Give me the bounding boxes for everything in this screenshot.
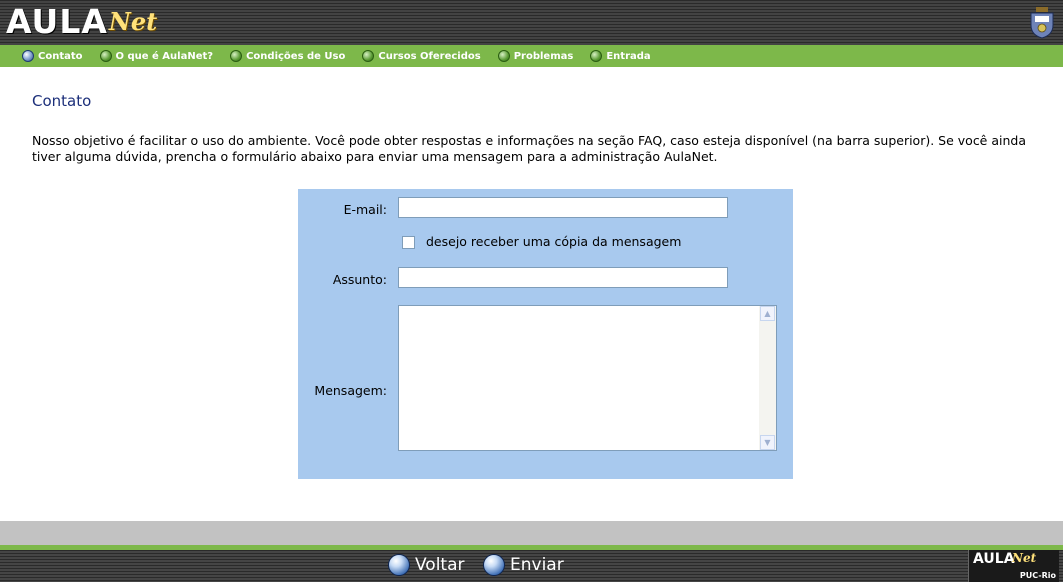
back-button[interactable]: Voltar bbox=[388, 554, 465, 576]
nav-item-problemas[interactable]: Problemas bbox=[497, 50, 574, 62]
copy-checkbox[interactable] bbox=[402, 236, 415, 249]
back-button-label: Voltar bbox=[415, 555, 465, 575]
message-label: Mensagem: bbox=[314, 383, 387, 398]
footer-logo-accent: Net bbox=[1012, 551, 1037, 565]
university-crest-icon bbox=[1030, 7, 1054, 39]
nav-item-label: Condições de Uso bbox=[246, 50, 346, 62]
footer-logo-sub: PUC-Rio bbox=[1019, 571, 1056, 580]
nav-bullet-icon bbox=[497, 50, 510, 62]
intro-text: Nosso objetivo é facilitar o uso do ambi… bbox=[32, 133, 1027, 164]
message-scrollbar[interactable]: ▲ ▼ bbox=[759, 306, 776, 450]
nav-item-label: O que é AulaNet? bbox=[115, 50, 214, 62]
nav-bullet-icon bbox=[590, 50, 603, 62]
contact-form: E-mail: desejo receber uma cópia da mens… bbox=[298, 189, 793, 479]
footer-divider bbox=[0, 521, 1063, 545]
nav-item-label: Cursos Oferecidos bbox=[378, 50, 481, 62]
scroll-down-icon[interactable]: ▼ bbox=[760, 435, 775, 450]
subject-label: Assunto: bbox=[332, 272, 387, 287]
nav-item-contato[interactable]: Contato bbox=[22, 50, 83, 62]
logo-text-accent: Net bbox=[108, 7, 158, 36]
nav-item-o-que-e-aulanet[interactable]: O que é AulaNet? bbox=[99, 50, 214, 62]
footer-logo: AULA Net PUC-Rio bbox=[968, 550, 1059, 582]
footer-bar: Voltar Enviar AULA Net PUC-Rio bbox=[0, 550, 1063, 582]
aulanet-logo[interactable]: AULA Net bbox=[6, 4, 157, 40]
nav-bullet-icon bbox=[22, 50, 34, 62]
page-title: Contato bbox=[32, 92, 92, 110]
subject-input[interactable] bbox=[398, 267, 728, 288]
send-ball-icon bbox=[483, 554, 505, 576]
nav-item-label: Problemas bbox=[513, 50, 574, 62]
back-ball-icon bbox=[388, 554, 410, 576]
nav-bullet-icon bbox=[99, 50, 112, 62]
nav-bullet-icon bbox=[230, 50, 243, 62]
scroll-up-icon[interactable]: ▲ bbox=[760, 306, 775, 321]
message-field: ▲ ▼ bbox=[398, 305, 777, 451]
footer-logo-main: AULA bbox=[973, 551, 1015, 567]
nav-item-label: Contato bbox=[38, 50, 83, 62]
send-button[interactable]: Enviar bbox=[483, 554, 564, 576]
nav-item-label: Entrada bbox=[606, 50, 651, 62]
top-nav-bar: Contato O que é AulaNet? Condições de Us… bbox=[0, 45, 1063, 67]
send-button-label: Enviar bbox=[510, 555, 564, 575]
header-bar: AULA Net bbox=[0, 0, 1063, 45]
email-input[interactable] bbox=[398, 197, 728, 218]
message-textarea[interactable] bbox=[399, 306, 759, 450]
nav-item-entrada[interactable]: Entrada bbox=[590, 50, 651, 62]
nav-bullet-icon bbox=[362, 50, 375, 62]
copy-checkbox-label: desejo receber uma cópia da mensagem bbox=[426, 234, 682, 249]
nav-item-cursos-oferecidos[interactable]: Cursos Oferecidos bbox=[362, 50, 481, 62]
nav-item-condicoes-de-uso[interactable]: Condições de Uso bbox=[230, 50, 345, 62]
logo-text-main: AULA bbox=[6, 2, 108, 41]
email-label: E-mail: bbox=[343, 202, 387, 217]
